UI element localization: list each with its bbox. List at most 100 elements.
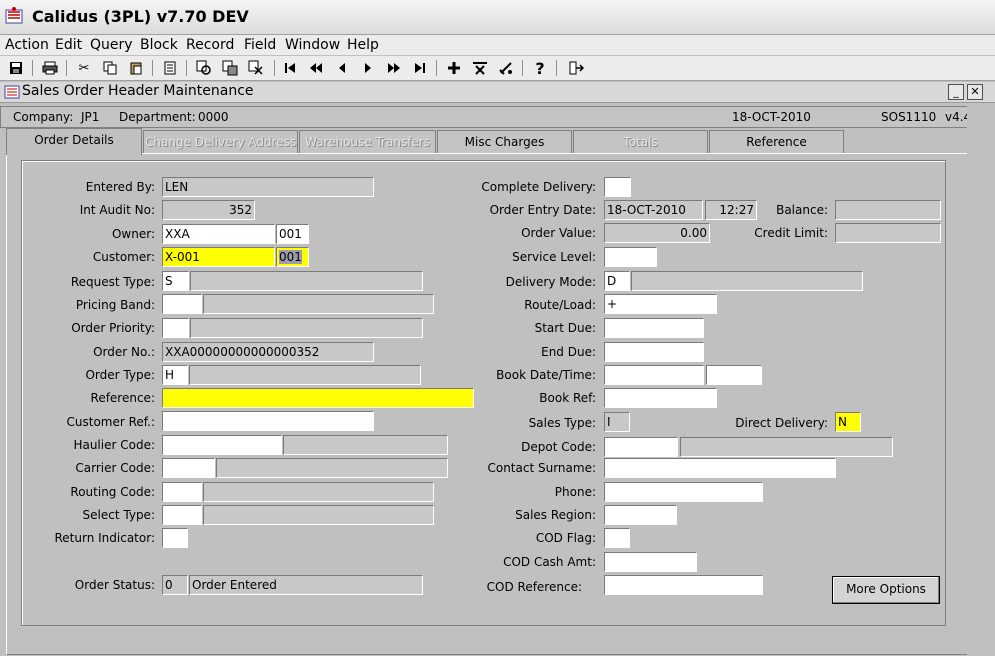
next-record-icon[interactable]: [358, 58, 378, 78]
entered-by-field[interactable]: LEN: [162, 177, 374, 197]
service-level-field[interactable]: [604, 247, 657, 267]
request-type-desc: [190, 271, 423, 291]
previous-set-icon[interactable]: [306, 58, 326, 78]
order-entry-date-field[interactable]: 18-OCT-2010: [604, 200, 703, 220]
next-set-icon[interactable]: [384, 58, 404, 78]
cod-flag-field[interactable]: [604, 528, 630, 548]
return-indicator-field[interactable]: [162, 528, 188, 548]
close-button[interactable]: ✕: [967, 84, 983, 100]
delivery-mode-field[interactable]: D: [604, 271, 630, 291]
more-options-button[interactable]: More Options: [832, 576, 940, 604]
routing-code-desc: [203, 482, 434, 502]
help-icon[interactable]: ?: [530, 58, 550, 78]
previous-record-icon[interactable]: [332, 58, 352, 78]
insert-record-icon[interactable]: [444, 58, 464, 78]
order-value-field[interactable]: 0.00: [604, 223, 710, 243]
pricing-band-field[interactable]: [162, 294, 202, 314]
carrier-code-field[interactable]: [162, 458, 215, 478]
sales-type-field[interactable]: I: [604, 412, 630, 432]
form-title-bar: Sales Order Header Maintenance _ ✕: [0, 82, 995, 103]
menu-record[interactable]: Record: [186, 37, 234, 53]
menu-field[interactable]: Field: [244, 37, 276, 53]
order-type-label: Order Type:: [85, 368, 155, 382]
haulier-code-field[interactable]: [162, 435, 282, 455]
menu-query[interactable]: Query: [90, 37, 133, 53]
contact-surname-label: Contact Surname:: [487, 461, 596, 475]
balance-field[interactable]: [835, 200, 941, 220]
tab-warehouse-transfers[interactable]: Warehouse Transfers: [299, 130, 436, 153]
exit-icon[interactable]: [566, 58, 586, 78]
owner-sub-field[interactable]: 001: [276, 224, 309, 244]
book-time-field[interactable]: [706, 365, 762, 385]
list-icon[interactable]: [160, 58, 180, 78]
phone-field[interactable]: [604, 482, 763, 502]
order-type-field[interactable]: H: [162, 365, 188, 385]
department-label: Department:: [119, 110, 196, 124]
customer-ref-field[interactable]: [162, 411, 374, 431]
cod-reference-field[interactable]: [604, 575, 763, 595]
routing-code-field[interactable]: [162, 482, 202, 502]
cod-reference-label: COD Reference:: [486, 580, 582, 594]
order-priority-label: Order Priority:: [71, 321, 155, 335]
order-no-field[interactable]: XXA00000000000000352: [162, 342, 374, 362]
paste-icon[interactable]: [126, 58, 146, 78]
tab-order-details[interactable]: Order Details: [6, 128, 142, 155]
tab-totals[interactable]: Totals: [573, 130, 708, 153]
menu-block[interactable]: Block: [140, 37, 178, 53]
print-icon[interactable]: [40, 58, 60, 78]
toolbar-separator: [436, 60, 437, 76]
cancel-query-icon[interactable]: [246, 58, 266, 78]
reference-field[interactable]: [162, 388, 474, 408]
tab-misc-charges[interactable]: Misc Charges: [437, 130, 572, 153]
pricing-band-label: Pricing Band:: [75, 298, 155, 312]
order-status-code[interactable]: 0: [162, 575, 188, 595]
cut-icon[interactable]: ✂: [74, 58, 94, 78]
depot-code-desc: [680, 437, 893, 457]
customer-sub-field[interactable]: 001: [276, 247, 309, 267]
toolbar-separator: [186, 60, 187, 76]
delete-record-icon[interactable]: [470, 58, 490, 78]
window-title-bar: Calidus (3PL) v7.70 DEV: [0, 0, 995, 35]
department-value: 0000: [198, 110, 229, 124]
menu-help[interactable]: Help: [347, 37, 379, 53]
customer-field[interactable]: X-001: [162, 247, 275, 267]
int-audit-no-field[interactable]: 352: [162, 200, 255, 220]
window-title: Calidus (3PL) v7.70 DEV: [32, 7, 249, 26]
menu-action[interactable]: Action: [5, 37, 49, 53]
menu-edit[interactable]: Edit: [55, 37, 82, 53]
tab-reference[interactable]: Reference: [709, 130, 844, 153]
book-ref-label: Book Ref:: [539, 391, 596, 405]
execute-query-icon[interactable]: [220, 58, 240, 78]
minimize-button[interactable]: _: [948, 84, 964, 100]
save-icon[interactable]: [6, 58, 26, 78]
menu-bar: Action Edit Query Block Record Field Win…: [0, 35, 995, 55]
menu-window[interactable]: Window: [285, 37, 340, 53]
end-due-field[interactable]: [604, 342, 704, 362]
cod-cash-amt-field[interactable]: [604, 552, 697, 572]
start-due-field[interactable]: [604, 318, 704, 338]
toolbar-separator: [66, 60, 67, 76]
order-entry-time-field[interactable]: 12:27: [705, 200, 757, 220]
enter-query-icon[interactable]: [194, 58, 214, 78]
complete-delivery-field[interactable]: [604, 177, 631, 197]
copy-icon[interactable]: [100, 58, 120, 78]
last-record-icon[interactable]: [410, 58, 430, 78]
route-load-field[interactable]: +: [604, 294, 717, 314]
book-ref-field[interactable]: [604, 388, 717, 408]
haulier-code-desc: [283, 435, 448, 455]
contact-surname-field[interactable]: [604, 458, 836, 478]
book-date-field[interactable]: [604, 365, 704, 385]
depot-code-field[interactable]: [604, 437, 678, 457]
tab-change-delivery-address[interactable]: Change Delivery Address: [143, 130, 298, 153]
credit-limit-field[interactable]: [835, 223, 941, 243]
request-type-field[interactable]: S: [162, 271, 189, 291]
info-bar: Company: JP1 Department: 0000 18-OCT-201…: [0, 106, 991, 128]
customer-sub-value: 001: [279, 250, 302, 264]
direct-delivery-field[interactable]: N: [835, 412, 861, 432]
clear-record-icon[interactable]: [496, 58, 516, 78]
select-type-field[interactable]: [162, 505, 202, 525]
order-priority-field[interactable]: [162, 318, 189, 338]
owner-field[interactable]: XXA: [162, 224, 275, 244]
first-record-icon[interactable]: [280, 58, 300, 78]
sales-region-field[interactable]: [604, 505, 677, 525]
